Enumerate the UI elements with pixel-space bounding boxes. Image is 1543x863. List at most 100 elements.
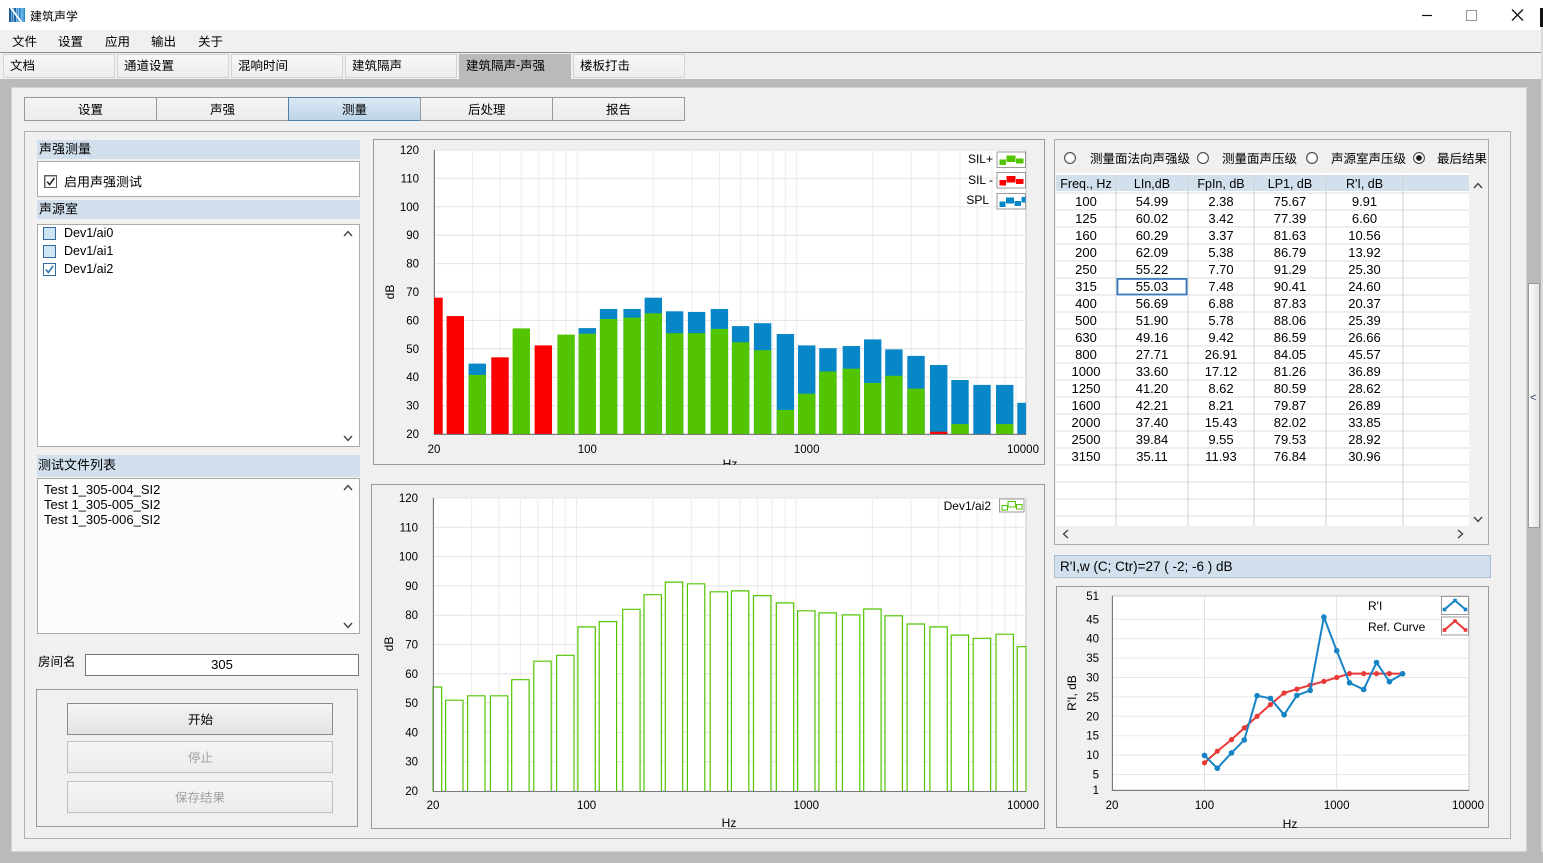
svg-text:26.91: 26.91 [1205, 347, 1238, 362]
svg-text:100: 100 [577, 800, 596, 812]
svg-text:33.85: 33.85 [1348, 415, 1381, 430]
svg-text:28.92: 28.92 [1348, 432, 1381, 447]
svg-text:20: 20 [406, 429, 419, 441]
svg-text:81.26: 81.26 [1274, 364, 1307, 379]
svg-text:80: 80 [406, 259, 419, 271]
svg-text:30: 30 [406, 401, 419, 413]
svg-text:9.55: 9.55 [1208, 432, 1233, 447]
svg-text:24.60: 24.60 [1348, 279, 1381, 294]
svg-text:15: 15 [1086, 731, 1099, 743]
svg-text:39.84: 39.84 [1136, 432, 1169, 447]
svg-text:82.02: 82.02 [1274, 415, 1307, 430]
svg-text:88.06: 88.06 [1274, 313, 1307, 328]
svg-text:55.03: 55.03 [1136, 279, 1169, 294]
svg-text:20: 20 [405, 786, 418, 798]
svg-text:10000: 10000 [1452, 800, 1484, 812]
svg-text:160: 160 [1075, 228, 1097, 243]
svg-text:SIL+: SIL+ [968, 152, 993, 166]
svg-text:37.40: 37.40 [1136, 415, 1169, 430]
svg-text:70: 70 [405, 640, 418, 652]
svg-text:50: 50 [405, 698, 418, 710]
svg-text:5: 5 [1093, 770, 1099, 782]
svg-text:20: 20 [1106, 800, 1119, 812]
svg-text:5.78: 5.78 [1208, 313, 1233, 328]
svg-text:17.12: 17.12 [1205, 364, 1238, 379]
svg-text:41.20: 41.20 [1136, 381, 1169, 396]
svg-text:100: 100 [400, 202, 419, 214]
svg-text:90: 90 [406, 230, 419, 242]
svg-text:3150: 3150 [1072, 449, 1101, 464]
svg-text:33.60: 33.60 [1136, 364, 1169, 379]
svg-text:Hz: Hz [1283, 817, 1298, 828]
svg-text:60: 60 [406, 315, 419, 327]
svg-text:11.93: 11.93 [1205, 449, 1237, 464]
svg-text:35.11: 35.11 [1136, 449, 1168, 464]
svg-text:100: 100 [578, 444, 597, 456]
svg-text:20: 20 [427, 800, 440, 812]
svg-text:10.56: 10.56 [1348, 228, 1381, 243]
svg-text:10000: 10000 [1007, 444, 1039, 456]
svg-text:15.43: 15.43 [1205, 415, 1238, 430]
svg-text:2500: 2500 [1072, 432, 1101, 447]
svg-text:8.21: 8.21 [1208, 398, 1233, 413]
svg-text:30: 30 [1086, 673, 1099, 685]
svg-text:26.89: 26.89 [1348, 398, 1381, 413]
svg-text:100: 100 [399, 552, 418, 564]
svg-text:dB: dB [382, 637, 396, 652]
svg-text:56.69: 56.69 [1136, 296, 1169, 311]
svg-text:315: 315 [1075, 279, 1097, 294]
svg-text:9.42: 9.42 [1208, 330, 1233, 345]
svg-text:79.53: 79.53 [1274, 432, 1307, 447]
svg-text:54.99: 54.99 [1136, 194, 1169, 209]
svg-text:FpIn, dB: FpIn, dB [1197, 177, 1244, 191]
svg-text:40: 40 [405, 727, 418, 739]
svg-text:8.62: 8.62 [1208, 381, 1233, 396]
svg-text:2000: 2000 [1072, 415, 1101, 430]
svg-text:Hz: Hz [723, 457, 738, 465]
svg-text:10000: 10000 [1007, 800, 1039, 812]
svg-text:60.29: 60.29 [1136, 228, 1169, 243]
svg-text:27.71: 27.71 [1136, 347, 1169, 362]
svg-text:R'I, dB: R'I, dB [1346, 177, 1383, 191]
svg-text:45.57: 45.57 [1348, 347, 1381, 362]
svg-text:28.62: 28.62 [1348, 381, 1381, 396]
svg-text:1000: 1000 [1324, 800, 1350, 812]
svg-text:120: 120 [399, 493, 418, 505]
svg-text:R'I: R'I [1368, 599, 1382, 613]
svg-text:25: 25 [1086, 692, 1099, 704]
svg-text:LP1, dB: LP1, dB [1268, 177, 1312, 191]
svg-text:3.37: 3.37 [1208, 228, 1233, 243]
svg-text:Freq., Hz: Freq., Hz [1060, 177, 1111, 191]
svg-text:20: 20 [1086, 711, 1099, 723]
svg-text:20: 20 [428, 444, 441, 456]
svg-text:110: 110 [400, 522, 418, 534]
svg-text:81.63: 81.63 [1274, 228, 1307, 243]
svg-text:1000: 1000 [794, 800, 820, 812]
svg-text:1000: 1000 [1072, 364, 1101, 379]
svg-text:91.29: 91.29 [1274, 262, 1307, 277]
svg-text:76.84: 76.84 [1274, 449, 1307, 464]
svg-text:5.38: 5.38 [1208, 245, 1233, 260]
svg-text:25.30: 25.30 [1348, 262, 1381, 277]
svg-text:1000: 1000 [794, 444, 820, 456]
svg-text:10: 10 [1086, 750, 1099, 762]
svg-text:45: 45 [1086, 614, 1099, 626]
svg-text:84.05: 84.05 [1274, 347, 1307, 362]
svg-text:Ref. Curve: Ref. Curve [1368, 620, 1426, 634]
svg-text:100: 100 [1195, 800, 1214, 812]
svg-text:51: 51 [1086, 591, 1099, 603]
svg-text:250: 250 [1075, 262, 1097, 277]
svg-text:49.16: 49.16 [1136, 330, 1169, 345]
svg-text:630: 630 [1075, 330, 1097, 345]
svg-text:400: 400 [1075, 296, 1097, 311]
svg-text:60.02: 60.02 [1136, 211, 1169, 226]
svg-text:R'I, dB: R'I, dB [1065, 675, 1079, 711]
svg-text:75.67: 75.67 [1274, 194, 1307, 209]
svg-text:90: 90 [405, 581, 418, 593]
svg-text:110: 110 [401, 173, 419, 185]
svg-text:62.09: 62.09 [1136, 245, 1169, 260]
svg-text:79.87: 79.87 [1274, 398, 1307, 413]
svg-text:77.39: 77.39 [1274, 211, 1307, 226]
svg-text:26.66: 26.66 [1348, 330, 1381, 345]
svg-text:86.59: 86.59 [1274, 330, 1307, 345]
